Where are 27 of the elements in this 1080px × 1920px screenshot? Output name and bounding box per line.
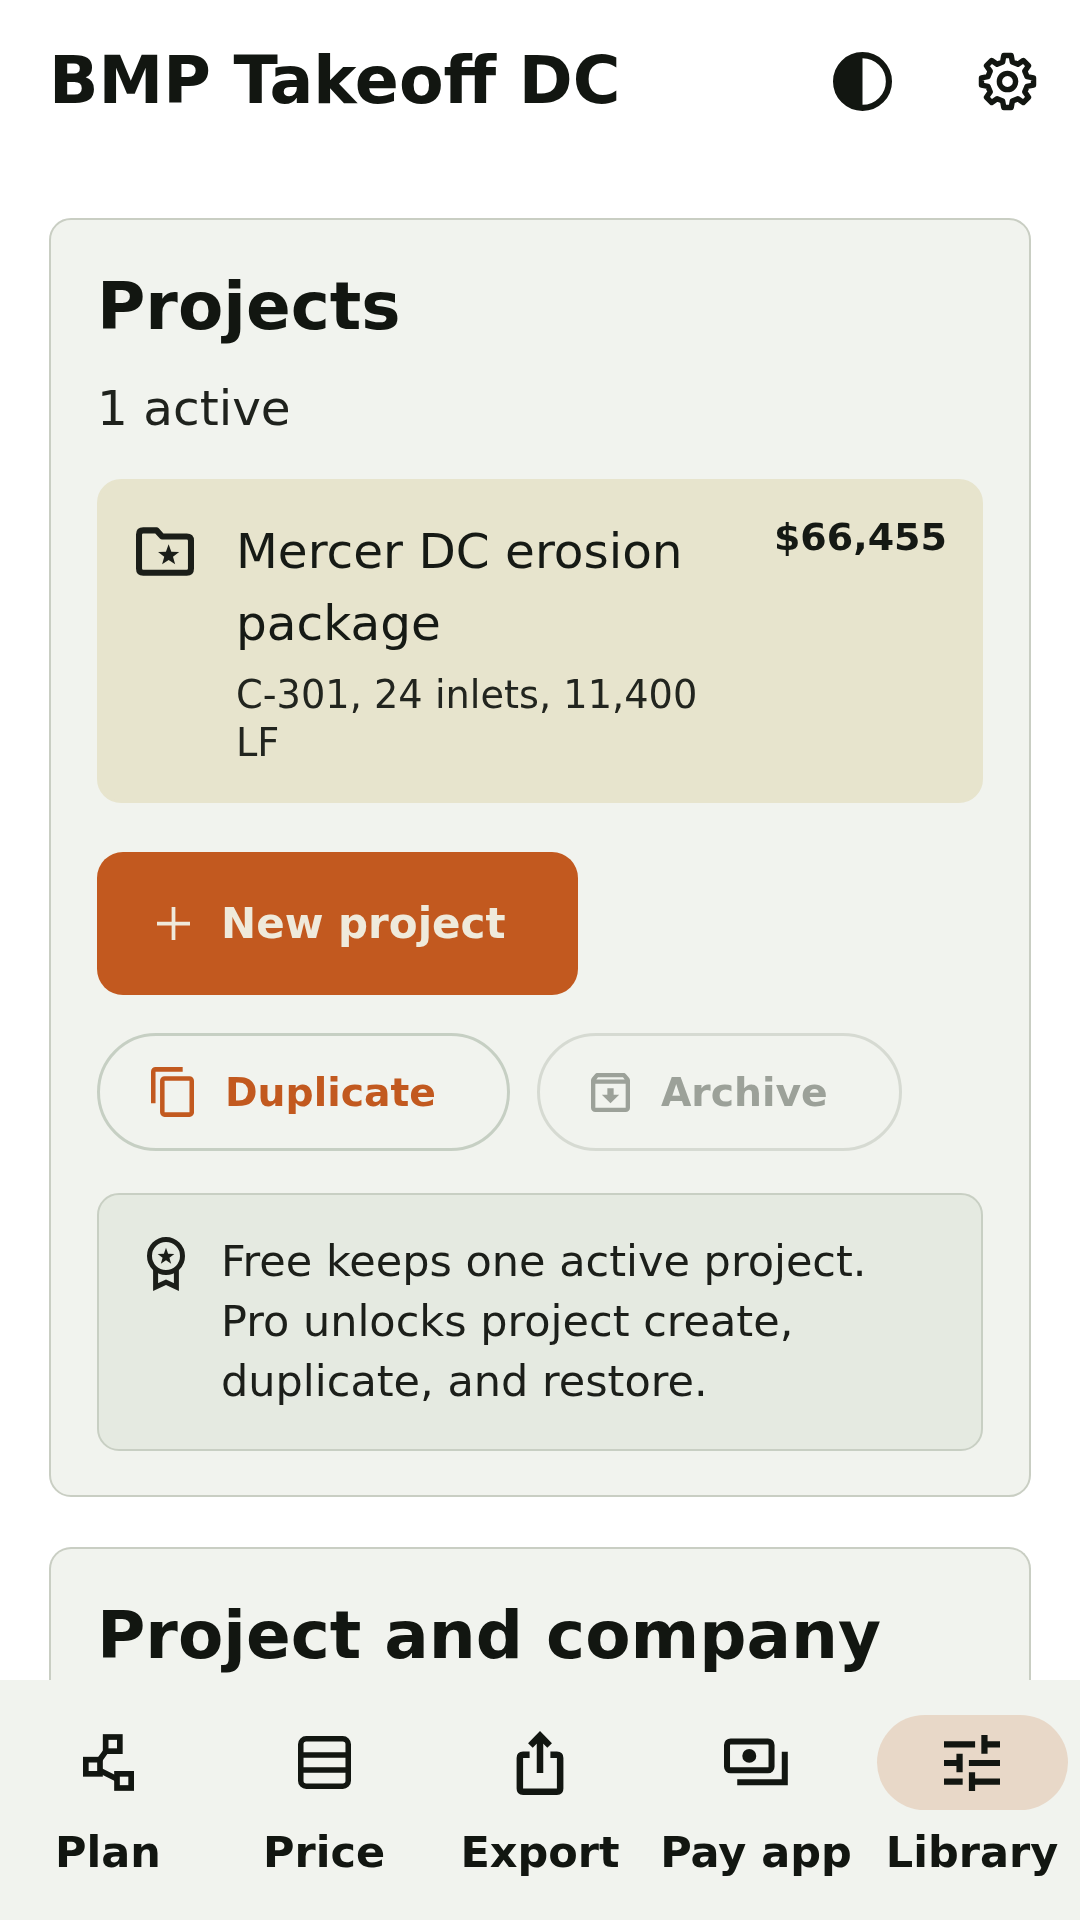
app-title: BMP Takeoff DC <box>49 43 621 119</box>
project-item[interactable]: Mercer DC erosion package C-301, 24 inlets, 11,400 LF $66,455 <box>97 479 983 804</box>
project-count: 1 active <box>97 379 291 437</box>
project-total: $66,455 <box>773 515 947 560</box>
section-heading: Project and company <box>97 1598 883 1676</box>
cash-icon <box>723 1738 789 1787</box>
settings-icon[interactable] <box>978 51 1037 111</box>
project-details: C-301, 24 inlets, 11,400 LF <box>236 671 699 768</box>
project-name: Mercer DC erosion package <box>236 522 684 654</box>
archive-icon <box>590 1072 630 1112</box>
notice-text: Free keeps one active project. Pro unlocks project create, duplicate, and restore. <box>221 1235 868 1409</box>
copy-icon <box>151 1067 194 1118</box>
award-icon <box>146 1237 186 1292</box>
duplicate-button[interactable]: Duplicate <box>97 1033 510 1152</box>
sliders-icon <box>944 1734 1000 1791</box>
nav-tab[interactable]: Pay app <box>648 1715 864 1878</box>
nav-tab[interactable]: Plan <box>0 1715 216 1878</box>
nav-tab[interactable]: Price <box>216 1715 432 1878</box>
contrast-icon[interactable] <box>833 51 892 111</box>
nav-tab[interactable]: Export <box>432 1715 648 1878</box>
table-icon <box>297 1736 351 1789</box>
folder-star-icon <box>136 527 194 577</box>
nodes-icon <box>82 1734 134 1791</box>
section-heading: Projects <box>97 269 402 346</box>
share-icon <box>516 1730 564 1795</box>
new-project-button[interactable]: New project <box>97 852 578 996</box>
plus-icon <box>157 907 190 941</box>
